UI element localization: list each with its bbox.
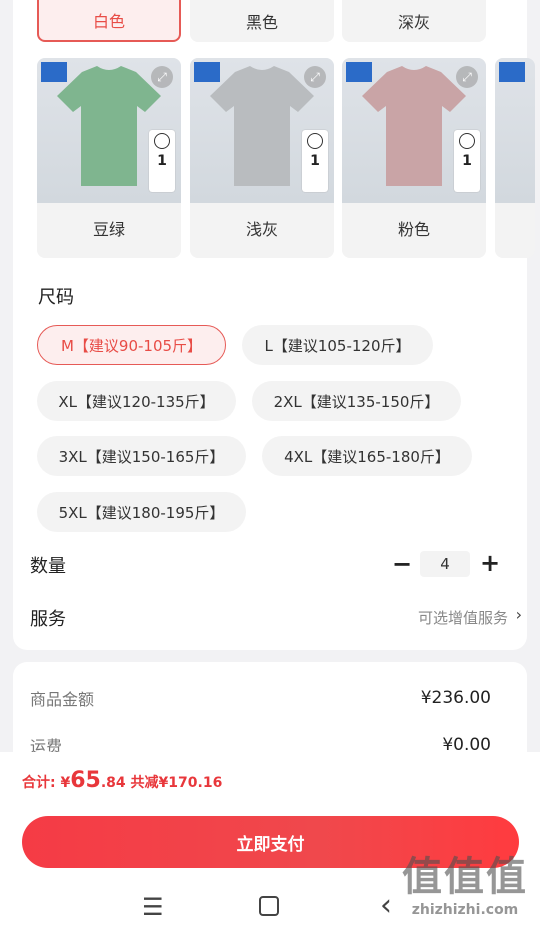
total-price: 合计: ¥65.84 共减¥170.16	[22, 768, 222, 793]
size-option-l[interactable]: L【建议105-120斤】	[242, 325, 433, 365]
size-option-4xl[interactable]: 4XL【建议165-180斤】	[262, 436, 472, 476]
home-icon[interactable]	[259, 896, 279, 916]
menu-icon[interactable]: ☰	[142, 893, 164, 921]
color-option-white[interactable]: 白色	[37, 0, 181, 42]
color-option-dark-gray[interactable]: 深灰	[342, 0, 486, 42]
chevron-right-icon[interactable]: ›	[516, 605, 522, 624]
color-option-pink[interactable]: ⤢ 1 粉色	[342, 58, 486, 258]
product-image: ⤢ 1	[190, 58, 334, 203]
quantity-input[interactable]: 4	[420, 551, 470, 577]
quantity-increase-button[interactable]: +	[480, 549, 500, 577]
fee-value-goods: ¥236.00	[420, 688, 491, 708]
total-currency: ¥	[60, 775, 71, 791]
product-image: ⤢ 1	[37, 58, 181, 203]
product-tag: 1	[454, 130, 480, 192]
quantity-label: 数量	[30, 556, 66, 577]
size-option-5xl[interactable]: 5XL【建议180-195斤】	[37, 492, 246, 532]
total-discount: 共减¥170.16	[130, 775, 223, 791]
brand-logo-icon	[499, 62, 525, 82]
size-option-2xl[interactable]: 2XL【建议135-150斤】	[252, 381, 461, 421]
color-option-bean-green[interactable]: ⤢ 1 豆绿	[37, 58, 181, 258]
fee-label-goods: 商品金额	[30, 690, 95, 709]
total-decimal: .84	[100, 775, 126, 791]
product-tag: 1	[149, 130, 175, 192]
size-section-title: 尺码	[38, 287, 74, 308]
service-option-link[interactable]: 可选增值服务	[418, 607, 508, 628]
product-image: ⤢ 1	[342, 58, 486, 203]
product-image	[495, 58, 535, 203]
service-label: 服务	[30, 609, 66, 630]
watermark-logo: 值值值 zhizhizhi.com	[390, 852, 540, 936]
color-name: 粉色	[397, 220, 430, 239]
color-option-partial[interactable]	[495, 58, 535, 258]
total-prefix: 合计:	[22, 775, 56, 791]
color-name: 浅灰	[245, 220, 278, 239]
leaf-icon	[307, 133, 323, 149]
product-tag: 1	[302, 130, 328, 192]
leaf-icon	[154, 133, 170, 149]
size-option-xl[interactable]: XL【建议120-135斤】	[37, 381, 236, 421]
size-option-m[interactable]: M【建议90-105斤】	[37, 325, 226, 365]
size-option-3xl[interactable]: 3XL【建议150-165斤】	[37, 436, 246, 476]
watermark-sub: zhizhizhi.com	[411, 902, 519, 918]
quantity-decrease-button[interactable]: −	[392, 550, 412, 578]
color-option-black[interactable]: 黑色	[190, 0, 334, 42]
color-option-light-gray[interactable]: ⤢ 1 浅灰	[190, 58, 334, 258]
watermark-main: 值值值	[402, 854, 528, 900]
color-name: 豆绿	[92, 220, 125, 239]
total-integer: 65	[70, 768, 101, 793]
leaf-icon	[459, 133, 475, 149]
